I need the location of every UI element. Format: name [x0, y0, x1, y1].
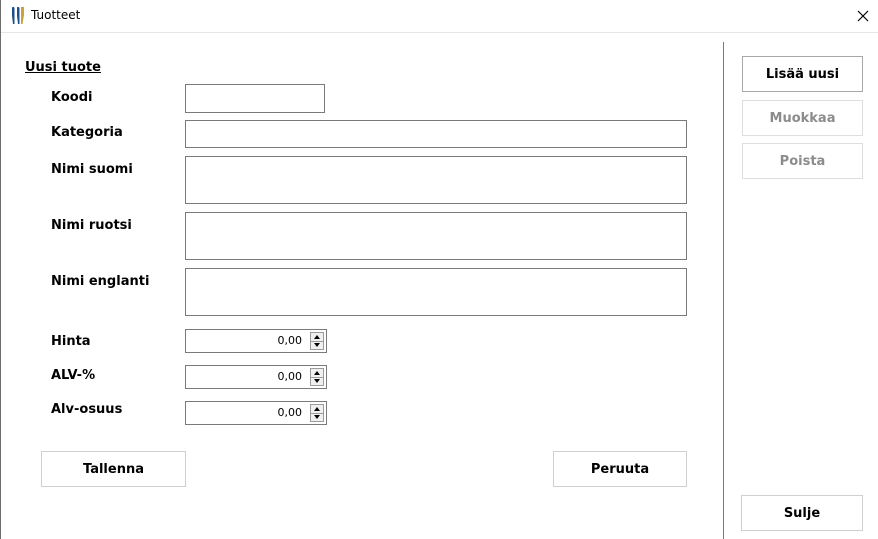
category-field[interactable]: [185, 120, 687, 148]
name-sv-field[interactable]: [185, 212, 687, 260]
arrow-down-icon[interactable]: [311, 377, 323, 385]
vat-amount-label: Alv-osuus: [51, 402, 123, 417]
window-title: Tuotteet: [31, 8, 81, 22]
price-spinner[interactable]: [310, 332, 324, 350]
category-label: Kategoria: [51, 125, 123, 140]
vat-percent-stepper[interactable]: 0,00: [185, 365, 327, 389]
vat-amount-stepper[interactable]: 0,00: [185, 401, 327, 425]
price-stepper[interactable]: 0,00: [185, 329, 327, 353]
price-label: Hinta: [51, 334, 91, 349]
name-fi-field[interactable]: [185, 156, 687, 204]
vat-percent-value: 0,00: [277, 370, 303, 383]
edit-button[interactable]: Muokkaa: [742, 100, 863, 136]
section-title: Uusi tuote: [25, 60, 101, 75]
save-button[interactable]: Tallenna: [41, 451, 186, 487]
arrow-down-icon[interactable]: [311, 413, 323, 421]
cancel-button[interactable]: Peruuta: [553, 451, 687, 487]
vat-percent-spinner[interactable]: [310, 368, 324, 386]
panel-divider: [723, 42, 724, 539]
vat-percent-label: ALV-%: [51, 368, 96, 383]
vat-amount-spinner[interactable]: [310, 404, 324, 422]
vat-amount-value: 0,00: [277, 406, 303, 419]
name-fi-label: Nimi suomi: [51, 162, 133, 177]
tooth-icon: [12, 6, 24, 24]
name-sv-label: Nimi ruotsi: [51, 218, 132, 233]
arrow-down-icon[interactable]: [311, 341, 323, 349]
code-label: Koodi: [51, 90, 93, 105]
name-en-label: Nimi englanti: [51, 274, 150, 289]
close-window-button[interactable]: [848, 0, 878, 32]
add-new-button[interactable]: Lisää uusi: [742, 56, 863, 92]
delete-button[interactable]: Poista: [742, 143, 863, 179]
close-icon: [857, 10, 869, 22]
close-button[interactable]: Sulje: [741, 495, 863, 531]
title-bar: Tuotteet: [1, 0, 878, 33]
name-en-field[interactable]: [185, 268, 687, 316]
code-field[interactable]: [185, 84, 325, 113]
products-window: Tuotteet Uusi tuote Koodi Kategoria Nimi…: [0, 0, 878, 539]
price-value: 0,00: [277, 334, 303, 347]
